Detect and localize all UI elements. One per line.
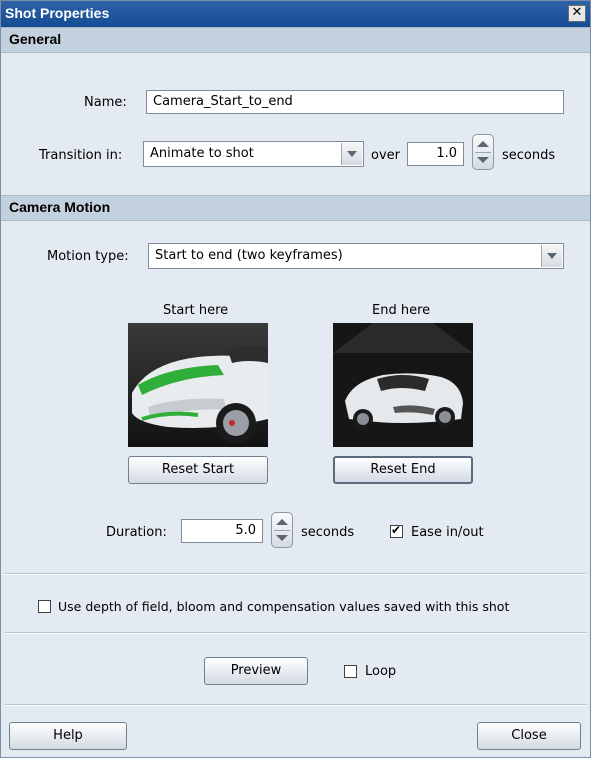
car-front-image	[128, 323, 268, 447]
start-keyframe-thumbnail	[128, 323, 268, 447]
arrow-down-icon[interactable]	[276, 535, 288, 541]
title-bar[interactable]: Shot Properties ✕	[1, 1, 590, 27]
general-section-header: General	[1, 27, 590, 53]
shot-properties-dialog: Shot Properties ✕ General Name: Camera_S…	[0, 0, 591, 758]
duration-seconds-unit: seconds	[301, 525, 355, 540]
close-button[interactable]: Close	[477, 722, 581, 750]
car-rear-image	[333, 323, 473, 447]
over-label: over	[371, 148, 400, 163]
preview-button[interactable]: Preview	[204, 657, 308, 685]
end-here-caption: End here	[372, 303, 431, 318]
transition-selected-value: Animate to shot	[150, 146, 254, 161]
motion-type-select[interactable]: Start to end (two keyframes)	[148, 243, 564, 269]
reset-start-button[interactable]: Reset Start	[128, 456, 268, 484]
divider	[5, 632, 586, 634]
help-button[interactable]: Help	[9, 722, 127, 750]
loop-label: Loop	[365, 664, 397, 679]
reset-end-button[interactable]: Reset End	[333, 456, 473, 484]
camera-motion-section-header: Camera Motion	[1, 195, 590, 221]
dof-checkbox[interactable]	[38, 600, 51, 613]
divider	[5, 704, 586, 706]
transition-select[interactable]: Animate to shot	[143, 141, 364, 167]
arrow-up-icon[interactable]	[276, 519, 288, 525]
camera-motion-section-title: Camera Motion	[9, 199, 111, 215]
close-icon[interactable]: ✕	[568, 5, 586, 22]
transition-in-label: Transition in:	[39, 148, 123, 163]
name-label: Name:	[84, 95, 127, 110]
over-seconds-unit: seconds	[502, 148, 556, 163]
divider	[5, 573, 586, 575]
duration-input[interactable]: 5.0	[181, 519, 263, 543]
motion-type-selected-value: Start to end (two keyframes)	[155, 248, 343, 263]
motion-type-label: Motion type:	[47, 249, 129, 264]
start-here-caption: Start here	[163, 303, 229, 318]
chevron-down-icon[interactable]	[541, 245, 562, 267]
dof-label: Use depth of field, bloom and compensati…	[58, 599, 510, 614]
ease-in-out-label: Ease in/out	[411, 525, 484, 540]
chevron-down-icon[interactable]	[341, 143, 362, 165]
over-seconds-input[interactable]: 1.0	[407, 142, 464, 166]
duration-label: Duration:	[106, 525, 167, 540]
name-input[interactable]: Camera_Start_to_end	[146, 90, 564, 114]
end-keyframe-thumbnail	[333, 323, 473, 447]
arrow-up-icon[interactable]	[477, 141, 489, 147]
duration-stepper[interactable]	[271, 512, 293, 548]
general-section-title: General	[9, 31, 62, 47]
ease-in-out-checkbox[interactable]	[390, 523, 403, 538]
over-seconds-stepper[interactable]	[472, 134, 494, 170]
dialog-title: Shot Properties	[5, 5, 110, 21]
arrow-down-icon[interactable]	[477, 157, 489, 163]
loop-checkbox[interactable]	[344, 665, 357, 678]
